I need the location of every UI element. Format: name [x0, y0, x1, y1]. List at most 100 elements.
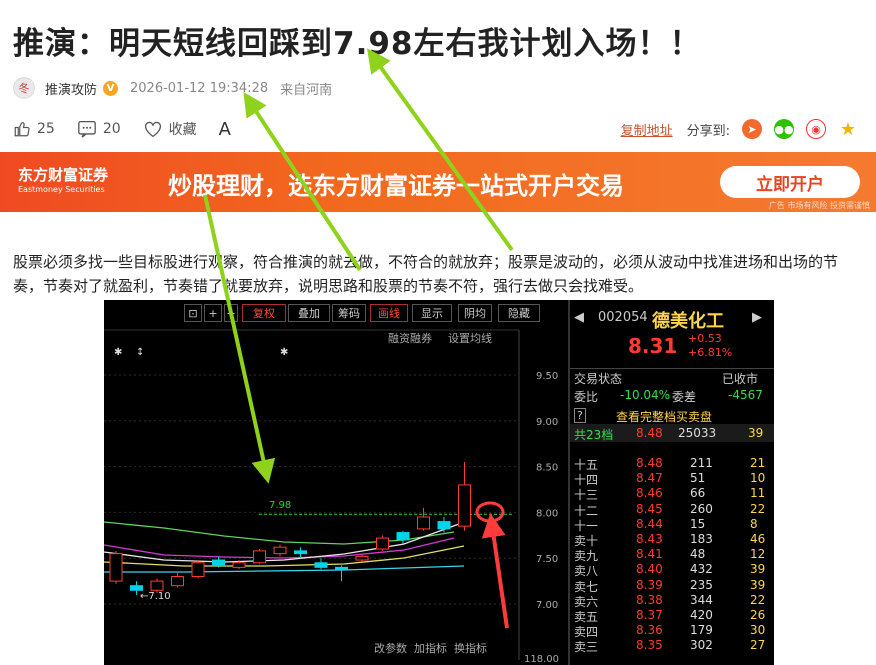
- sell-vol: 260: [690, 501, 713, 516]
- sell-row: 卖三 8.35 302 27: [572, 638, 774, 654]
- sell-price: 8.43: [636, 532, 663, 546]
- diff-label: 委差: [672, 390, 697, 404]
- sell-vol: 432: [690, 562, 713, 577]
- sell-row: 十三 8.46 66 11: [572, 486, 774, 502]
- stock-name: 德美化工: [652, 311, 724, 332]
- sell-count: 26: [750, 608, 766, 622]
- sell-count: 21: [750, 456, 766, 470]
- heart-icon: [144, 121, 161, 138]
- marker-star: ↕: [136, 347, 144, 358]
- status-value: 已收市: [722, 372, 759, 386]
- brand-name-en: Eastmoney Securities: [18, 185, 105, 194]
- open-account-button[interactable]: 立即开户: [720, 166, 860, 198]
- candle-body: [171, 576, 184, 587]
- summary-vol: 25033: [678, 426, 717, 440]
- sell-count: 27: [750, 638, 766, 653]
- candle-body: [417, 516, 430, 530]
- book-summary-row: 共23档 8.48 25033 39: [572, 426, 774, 442]
- sell-vol: 51: [690, 471, 706, 486]
- low-label: ←7.10: [140, 591, 171, 602]
- sell-row: 卖十 8.43 183 46: [572, 532, 774, 548]
- author-name[interactable]: 推演攻防: [45, 79, 97, 98]
- sell-count: 30: [750, 623, 766, 638]
- sell-price: 8.44: [636, 516, 663, 531]
- sell-row: 卖九 8.41 48 12: [572, 547, 774, 563]
- sell-count: 39: [750, 562, 766, 577]
- candle-body: [109, 553, 123, 582]
- like-button[interactable]: 25: [13, 120, 55, 138]
- y-tick-label: 8.00: [536, 508, 558, 519]
- thumbs-up-icon: [14, 122, 30, 137]
- sell-vol: 48: [690, 547, 706, 562]
- candle-body: [130, 585, 143, 591]
- switch-indicator: 换指标: [454, 642, 487, 655]
- comment-icon: [77, 120, 96, 138]
- comment-count: 20: [102, 121, 121, 137]
- banner-note: 广告 市场有风险 投资需谨慎: [768, 201, 870, 210]
- sell-count: 10: [750, 471, 766, 486]
- location: 来自河南: [280, 82, 333, 98]
- sell-count: 12: [750, 547, 766, 562]
- weibo-icon[interactable]: ◉: [806, 119, 826, 139]
- summary-price: 8.48: [636, 426, 663, 440]
- article-body: 股票必须多找一些目标股进行观察，符合推演的就去做，不符合的就放弃；股票是波动的，…: [13, 253, 839, 295]
- ma-line: [104, 523, 460, 563]
- sell-vol: 344: [690, 592, 713, 607]
- sell-vol: 211: [690, 456, 713, 470]
- sell-count: 39: [750, 577, 766, 592]
- kline-chart: 9.50 9.00 8.50 8.00 7.50 7.00 ✱ ↕ ✱ 7.98 ←7.10 118.…: [104, 329, 559, 665]
- ratio-label: 委比: [574, 390, 599, 404]
- wechat-icon[interactable]: ●●: [774, 119, 794, 139]
- article-title: 推演：明天短线回踩到7.98左右我计划入场！！: [13, 26, 702, 62]
- sell-row: 卖七 8.39 235 39: [572, 578, 774, 594]
- sell-row: 卖五 8.37 420 26: [572, 608, 774, 624]
- sell-vol: 420: [690, 608, 713, 622]
- font-size-label: A: [218, 118, 231, 140]
- sell-vol: 15: [690, 516, 706, 531]
- article-meta: 冬 推演攻防 V 2026-01-12 19:34:28 来自河南: [13, 76, 332, 100]
- candle-body: [314, 562, 328, 568]
- copy-link[interactable]: 复制地址: [621, 120, 673, 139]
- y-tick-label: 8.50: [536, 463, 558, 474]
- candle-body: [294, 550, 307, 555]
- like-count: 25: [37, 121, 55, 137]
- ad-banner[interactable]: 东方财富证券 Eastmoney Securities 炒股理财，选东方财富证券…: [0, 152, 876, 212]
- price-pct: +6.81%: [688, 346, 733, 359]
- font-size-button[interactable]: A: [219, 119, 231, 140]
- avatar[interactable]: 冬: [13, 77, 35, 99]
- candle-body: [458, 484, 471, 527]
- comment-button[interactable]: 20: [77, 120, 121, 138]
- share-app-icon[interactable]: ➤: [742, 119, 762, 139]
- share-bar: 复制地址 分享到: ➤ ●● ◉ ★: [621, 116, 858, 142]
- sell-price: 8.41: [636, 547, 663, 562]
- collect-button[interactable]: 收藏: [143, 119, 197, 139]
- target-line-label: 7.98: [269, 500, 291, 511]
- price-change: +0.53: [688, 332, 722, 345]
- article-actions: 25 20 收藏 A: [13, 116, 253, 142]
- candle-body: [376, 537, 389, 550]
- star-icon[interactable]: ★: [838, 119, 858, 140]
- verified-badge-icon: V: [103, 80, 119, 96]
- sell-row: 卖六 8.38 344 22: [572, 593, 774, 609]
- brand-logo: 东方财富证券 Eastmoney Securities: [18, 164, 108, 194]
- sell-price: 8.46: [636, 486, 663, 501]
- change-params: 改参数: [374, 642, 407, 655]
- y-tick-label: 9.50: [536, 371, 558, 382]
- summary-count: 39: [748, 426, 764, 440]
- candle-body: [191, 562, 205, 578]
- y-tick-label: 7.00: [536, 600, 558, 611]
- candle-body: [150, 580, 164, 591]
- candle-body: [212, 559, 225, 567]
- candle-body: [232, 562, 246, 568]
- candle-body: [253, 550, 266, 564]
- sell-vol: 302: [690, 638, 713, 653]
- sell-price: 8.47: [636, 471, 663, 486]
- y-tick-label: 7.50: [536, 554, 558, 565]
- status-label: 交易状态: [574, 372, 623, 386]
- add-indicator: 加指标: [414, 642, 447, 655]
- next-stock-icon: ▶: [752, 310, 762, 325]
- prev-stock-icon: ◀: [574, 310, 584, 325]
- sell-price: 8.38: [636, 592, 663, 607]
- sell-count: 11: [750, 486, 766, 501]
- candle-body: [437, 521, 451, 530]
